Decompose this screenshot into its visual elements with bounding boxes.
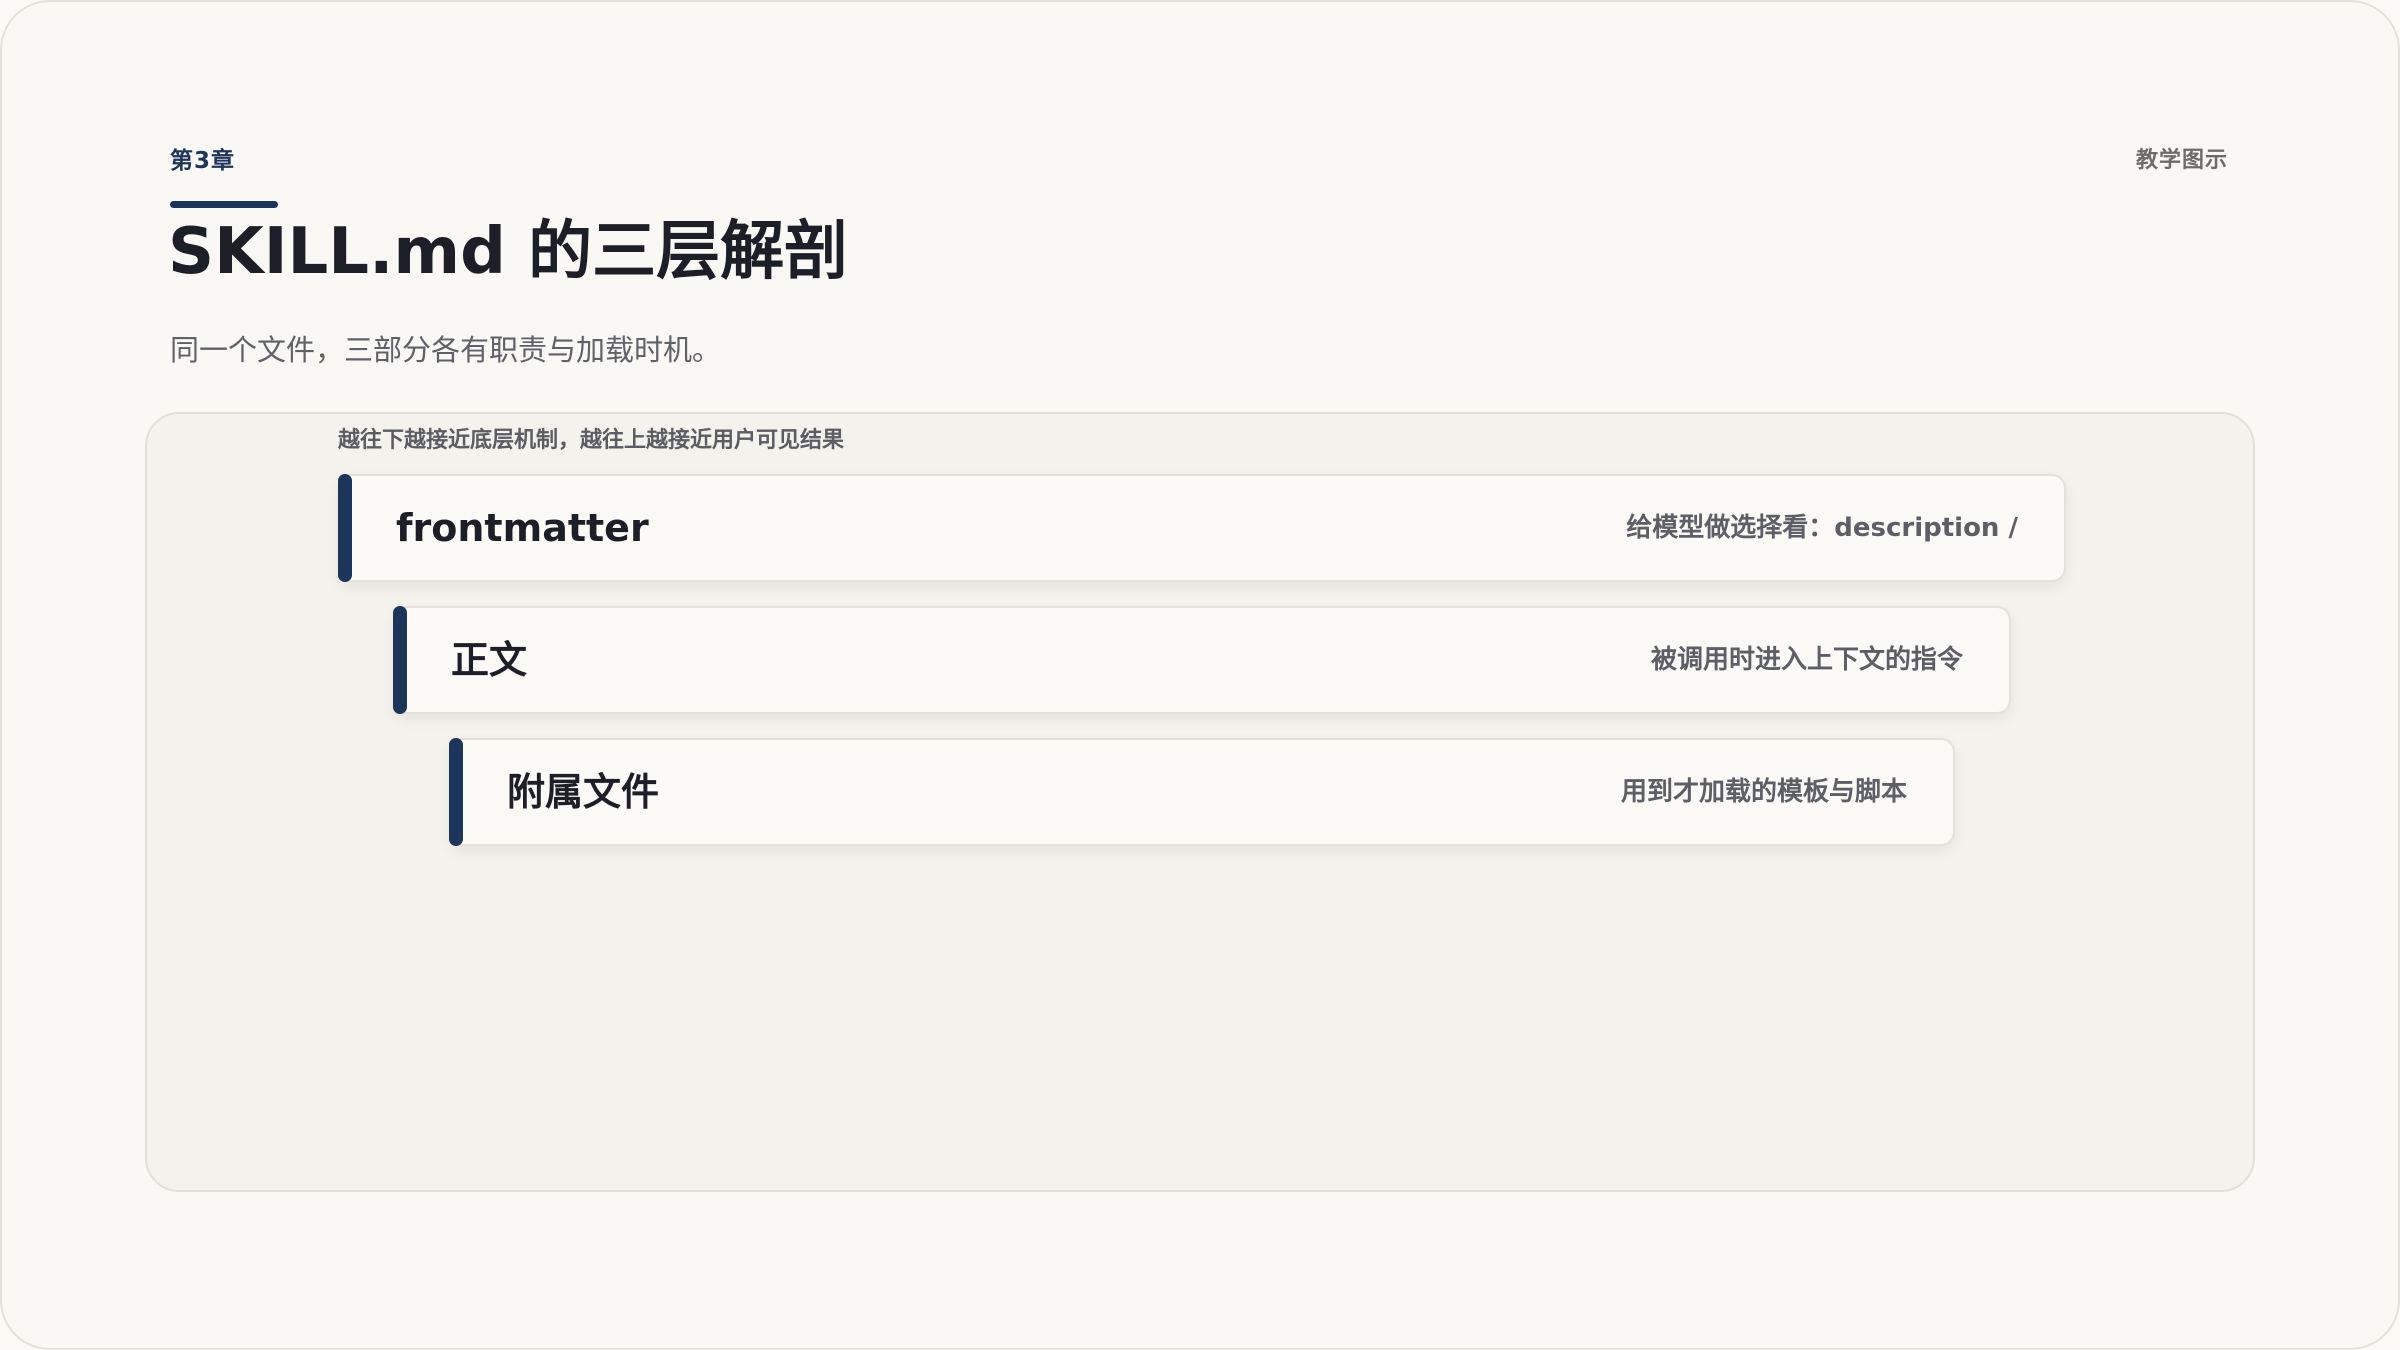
layer-attachments: 附属文件 用到才加载的模板与脚本 [449,738,1955,846]
slide: 第3章 教学图示 SKILL.md 的三层解剖 同一个文件，三部分各有职责与加载… [0,0,2400,1350]
layer-frontmatter: frontmatter 给模型做选择看：description / [338,474,2066,582]
slide-tag: 教学图示 [2135,148,2228,173]
layer-description: 给模型做选择看：description / [1626,513,2018,543]
page-subtitle: 同一个文件，三部分各有职责与加载时机。 [170,333,722,367]
layer-name: frontmatter [396,506,649,550]
layer-description: 被调用时进入上下文的指令 [1650,645,1963,675]
chapter-underline [170,201,278,208]
layer-name: 正文 [451,638,528,682]
layer-body: 正文 被调用时进入上下文的指令 [393,606,2011,714]
layer-accent-bar [393,606,407,714]
layer-description: 用到才加载的模板与脚本 [1620,777,1907,807]
diagram-note: 越往下越接近底层机制，越往上越接近用户可见结果 [338,428,845,453]
page-title: SKILL.md 的三层解剖 [168,215,849,289]
layer-accent-bar [338,474,352,582]
chapter-label: 第3章 [170,148,236,174]
layer-accent-bar [449,738,463,846]
layer-name: 附属文件 [507,770,660,814]
